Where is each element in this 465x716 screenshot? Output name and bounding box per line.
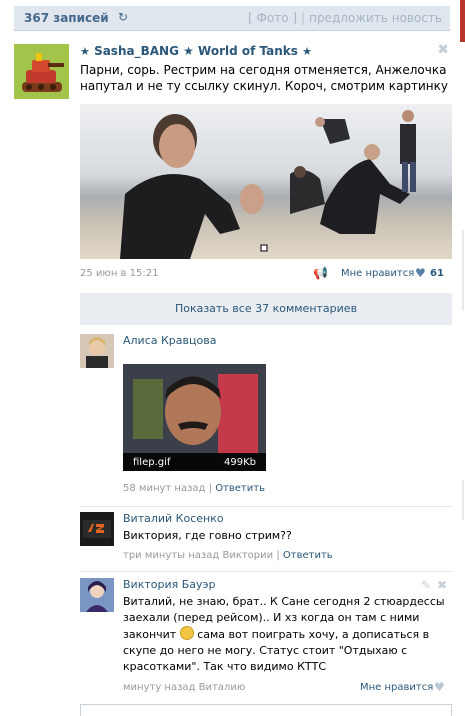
red-accent-bar bbox=[460, 0, 465, 42]
post-author-name[interactable]: Sasha_BANG ★ World of Tanks bbox=[94, 44, 298, 58]
user-avatar-icon bbox=[80, 578, 114, 612]
star-icon: ★ bbox=[302, 45, 312, 58]
suggest-news-link[interactable]: предложить новость bbox=[309, 11, 442, 25]
refresh-icon[interactable]: ↻ bbox=[118, 10, 128, 24]
heart-icon[interactable]: ♥ bbox=[434, 680, 445, 694]
meta-separator: | bbox=[208, 483, 212, 494]
comment-time[interactable]: минуту назад Виталию bbox=[123, 682, 245, 693]
star-icon: ★ bbox=[80, 45, 90, 58]
comment-avatar[interactable] bbox=[80, 334, 114, 368]
comment-time[interactable]: три минуты назад Виктории bbox=[123, 550, 273, 561]
comment-divider bbox=[80, 506, 452, 507]
tank-avatar-icon bbox=[14, 44, 69, 99]
comment-divider bbox=[80, 571, 452, 572]
comment-time[interactable]: 58 минут назад bbox=[123, 483, 205, 494]
comment-author[interactable]: Алиса Кравцова bbox=[123, 334, 216, 347]
scrollbar-track-lower bbox=[462, 480, 464, 520]
comment-avatar[interactable] bbox=[80, 512, 114, 546]
heart-icon[interactable]: ♥ bbox=[415, 266, 426, 280]
edit-icon[interactable]: ✎ bbox=[421, 578, 431, 592]
comment-text: Виталий, не знаю, брат.. К Сане сегодня … bbox=[123, 594, 445, 675]
post-count: 367 записей bbox=[24, 11, 109, 25]
user-avatar-icon bbox=[80, 334, 114, 368]
comment-author[interactable]: Виталий Косенко bbox=[123, 512, 224, 525]
wall-header: 367 записей ↻ [ Фото ] | предложить новост… bbox=[14, 6, 450, 31]
comment-meta: три минуты назад Виктории | Ответить bbox=[123, 550, 333, 561]
reply-link[interactable]: Ответить bbox=[283, 550, 333, 561]
share-icon[interactable]: 📢 bbox=[313, 266, 328, 280]
user-avatar-icon bbox=[80, 512, 114, 546]
comment-meta: минуту назад Виталию bbox=[123, 682, 245, 693]
comment-meta: 58 минут назад | Ответить bbox=[123, 483, 265, 494]
post-image[interactable] bbox=[80, 104, 452, 259]
comment-like-button[interactable]: Мне нравится bbox=[360, 682, 433, 693]
delete-icon[interactable]: ✖ bbox=[437, 578, 447, 592]
meta-separator: | bbox=[276, 550, 280, 561]
photo-link[interactable]: [ Фото ] bbox=[248, 11, 297, 25]
post-author[interactable]: ★ Sasha_BANG ★ World of Tanks ★ bbox=[80, 44, 312, 58]
meme-photo bbox=[80, 104, 452, 259]
gif-filesize: 499Kb bbox=[224, 457, 256, 468]
scrollbar-track bbox=[462, 230, 464, 310]
header-links: [ Фото ] | предложить новость bbox=[248, 11, 442, 25]
comment-author[interactable]: Виктория Бауэр bbox=[123, 578, 216, 591]
gif-filename: filep.gif bbox=[133, 457, 171, 468]
like-button[interactable]: Мне нравится bbox=[341, 268, 414, 279]
comment-avatar[interactable] bbox=[80, 578, 114, 612]
comment-input[interactable] bbox=[80, 704, 452, 716]
reply-link[interactable]: Ответить bbox=[215, 483, 265, 494]
post-author-avatar[interactable] bbox=[14, 44, 69, 99]
header-separator: | bbox=[301, 11, 306, 25]
show-all-comments-button[interactable]: Показать все 37 комментариев bbox=[80, 293, 452, 325]
like-count: 61 bbox=[430, 268, 444, 279]
gif-attachment[interactable]: filep.gif 499Kb bbox=[123, 364, 266, 471]
close-icon[interactable]: ✖ bbox=[437, 42, 449, 58]
emoji-icon bbox=[179, 626, 194, 640]
post-date[interactable]: 25 июн в 15:21 bbox=[80, 268, 158, 279]
comment-text: Виктория, где говно стрим?? bbox=[123, 529, 292, 542]
post-text: Парни, сорь. Рестрим на сегодня отменяет… bbox=[80, 63, 448, 93]
